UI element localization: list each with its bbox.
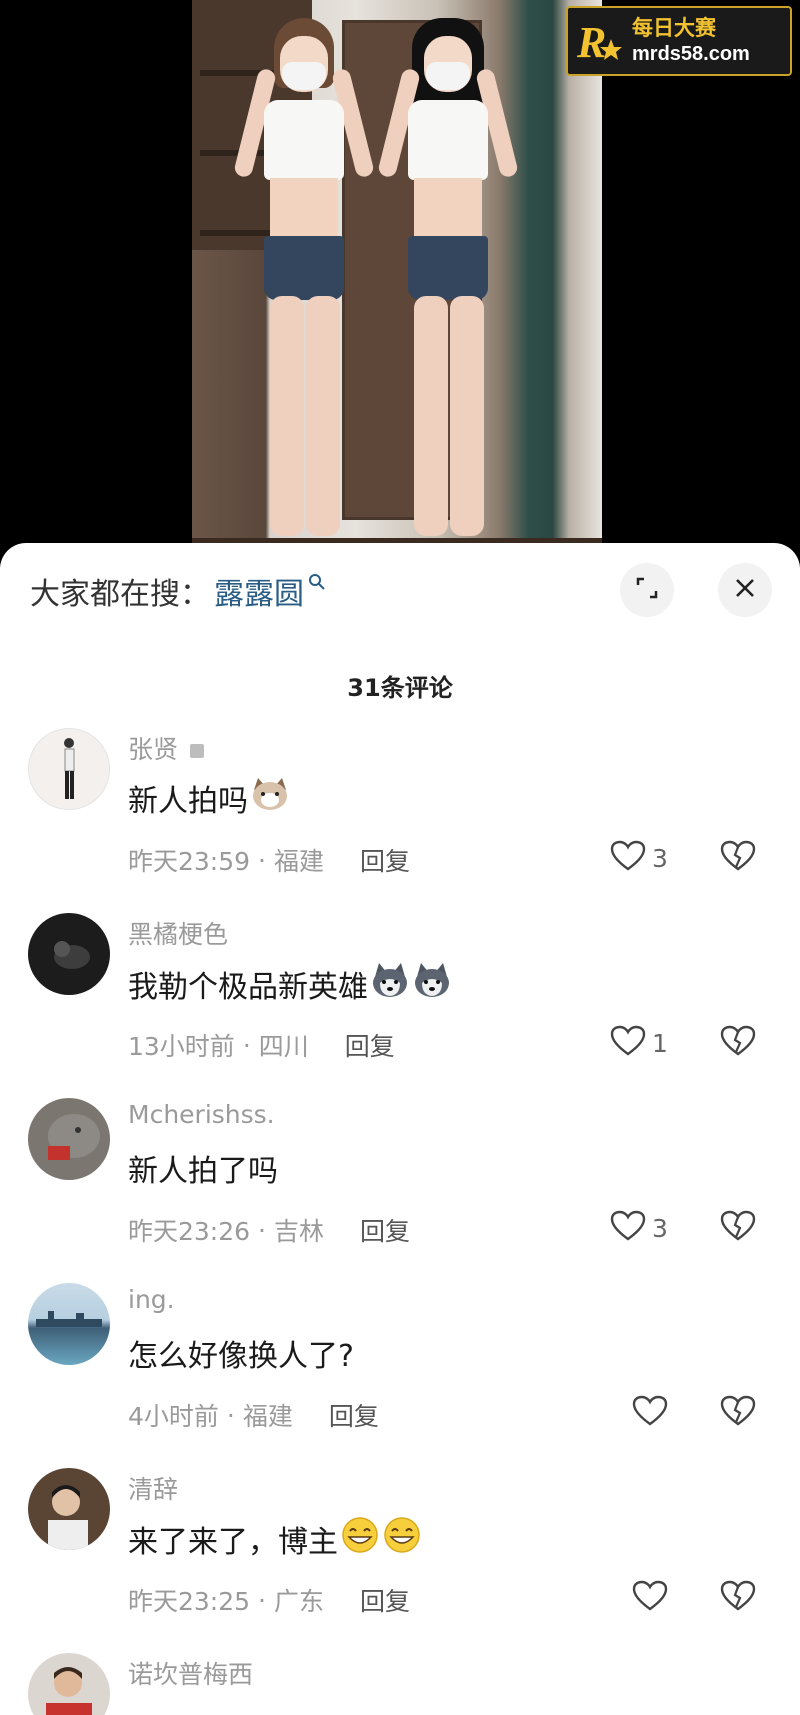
broken-heart-icon	[720, 1210, 756, 1246]
dislike-button[interactable]	[720, 1395, 756, 1431]
comment-location: 广东	[274, 1587, 325, 1616]
comment-username[interactable]: 清辞	[128, 1470, 178, 1506]
comment-meta: 13小时前 · 四川 回复	[128, 1027, 395, 1063]
comment-meta: 昨天23:59 · 福建 回复	[128, 842, 410, 878]
comment-text: 新人拍吗	[128, 776, 290, 820]
comment-item: 诺坎普梅西	[0, 1653, 800, 1715]
comment-username[interactable]: 诺坎普梅西	[128, 1655, 253, 1691]
reply-button[interactable]: 回复	[360, 842, 410, 878]
like-button[interactable]: 3	[610, 1210, 668, 1246]
comment-username[interactable]: 黑橘梗色	[128, 915, 228, 951]
user-badge-icon	[190, 744, 205, 758]
heart-icon	[610, 1025, 646, 1061]
like-button[interactable]: 3	[610, 840, 668, 876]
video-frame	[192, 0, 602, 560]
like-count: 3	[652, 843, 668, 873]
svg-text:R: R	[576, 18, 606, 67]
watermark-url: mrds58.com	[632, 43, 750, 65]
avatar[interactable]	[28, 1098, 110, 1180]
dislike-button[interactable]	[720, 1210, 756, 1246]
heart-icon	[610, 1210, 646, 1246]
comment-username[interactable]: ing.	[128, 1285, 175, 1314]
cat-face-emoji-icon	[250, 776, 290, 820]
comment-text: 新人拍了吗	[128, 1154, 278, 1189]
close-icon	[734, 577, 756, 603]
husky-emoji-icon	[412, 961, 452, 1007]
comment-location: 四川	[258, 1032, 309, 1061]
comment-time: 昨天23:59	[128, 847, 251, 876]
trending-search-keyword[interactable]: 露露圆	[214, 569, 304, 613]
comment-text: 我勒个极品新英雄	[128, 961, 452, 1007]
avatar[interactable]	[28, 1653, 110, 1715]
comment-item: 清辞 来了来了，博主 昨天23:25 · 广东 回复	[0, 1468, 800, 1653]
heart-icon	[632, 1395, 668, 1431]
comment-time: 昨天23:25	[128, 1587, 251, 1616]
grin-emoji-icon	[340, 1516, 380, 1562]
watermark-title: 每日大赛	[632, 16, 716, 40]
expand-icon	[634, 575, 660, 605]
avatar[interactable]	[28, 1283, 110, 1365]
comment-text: 来了来了，博主	[128, 1516, 422, 1562]
expand-button[interactable]	[620, 563, 674, 617]
dislike-button[interactable]	[720, 840, 756, 876]
avatar[interactable]	[28, 913, 110, 995]
comment-meta: 4小时前 · 福建 回复	[128, 1397, 379, 1433]
broken-heart-icon	[720, 1025, 756, 1061]
reply-button[interactable]: 回复	[345, 1027, 395, 1063]
comment-location: 福建	[274, 847, 325, 876]
trending-search[interactable]: 大家都在搜： 露露圆	[30, 569, 326, 613]
like-count: 3	[652, 1213, 668, 1243]
search-icon[interactable]	[308, 573, 326, 595]
broken-heart-icon	[720, 1580, 756, 1616]
comment-item: ing. 怎么好像换人了? 4小时前 · 福建 回复	[0, 1283, 800, 1468]
video-player[interactable]: R 每日大赛 mrds58.com	[0, 0, 800, 560]
like-button[interactable]: 1	[610, 1025, 668, 1061]
comment-item: Mcherishss. 新人拍了吗 昨天23:26 · 吉林 回复 3	[0, 1098, 800, 1283]
comment-username[interactable]: Mcherishss.	[128, 1100, 275, 1129]
like-count: 1	[652, 1028, 668, 1058]
dancer-left	[232, 18, 376, 548]
broken-heart-icon	[720, 840, 756, 876]
comment-time: 4小时前	[128, 1402, 219, 1431]
comment-item: 黑橘梗色 我勒个极品新英雄 13小时前 · 四川 回复 1	[0, 913, 800, 1098]
avatar[interactable]	[28, 1468, 110, 1550]
grin-emoji-icon	[382, 1516, 422, 1562]
reply-button[interactable]: 回复	[360, 1582, 410, 1618]
comment-time: 昨天23:26	[128, 1217, 251, 1246]
husky-emoji-icon	[370, 961, 410, 1007]
like-button[interactable]	[632, 1395, 674, 1431]
comments-sheet: 大家都在搜： 露露圆 31条评论 张贤 新人拍吗 昨天23:59·福建 回复	[0, 543, 800, 1715]
reply-button[interactable]: 回复	[360, 1212, 410, 1248]
avatar[interactable]	[28, 728, 110, 810]
comment-count: 31条评论	[347, 674, 453, 702]
like-button[interactable]	[632, 1580, 674, 1616]
comment-username[interactable]: 张贤	[128, 730, 205, 766]
watermark-badge: R 每日大赛 mrds58.com	[566, 6, 792, 76]
dislike-button[interactable]	[720, 1025, 756, 1061]
comment-location: 福建	[242, 1402, 293, 1431]
reply-button[interactable]: 回复	[329, 1397, 379, 1433]
comment-meta: 昨天23:26 · 吉林 回复	[128, 1212, 410, 1248]
dancer-right	[376, 18, 520, 548]
comment-time: 13小时前	[128, 1032, 235, 1061]
r-star-logo-icon: R	[568, 10, 630, 72]
dislike-button[interactable]	[720, 1580, 756, 1616]
broken-heart-icon	[720, 1395, 756, 1431]
comment-meta: 昨天23:25 · 广东 回复	[128, 1582, 410, 1618]
heart-icon	[610, 840, 646, 876]
comment-location: 吉林	[274, 1217, 325, 1246]
comment-item: 张贤 新人拍吗 昨天23:59 · 福建 回复 3	[0, 728, 800, 913]
trending-search-prefix: 大家都在搜：	[30, 577, 210, 612]
heart-icon	[632, 1580, 668, 1616]
close-button[interactable]	[718, 563, 772, 617]
comment-text: 怎么好像换人了?	[128, 1339, 354, 1374]
